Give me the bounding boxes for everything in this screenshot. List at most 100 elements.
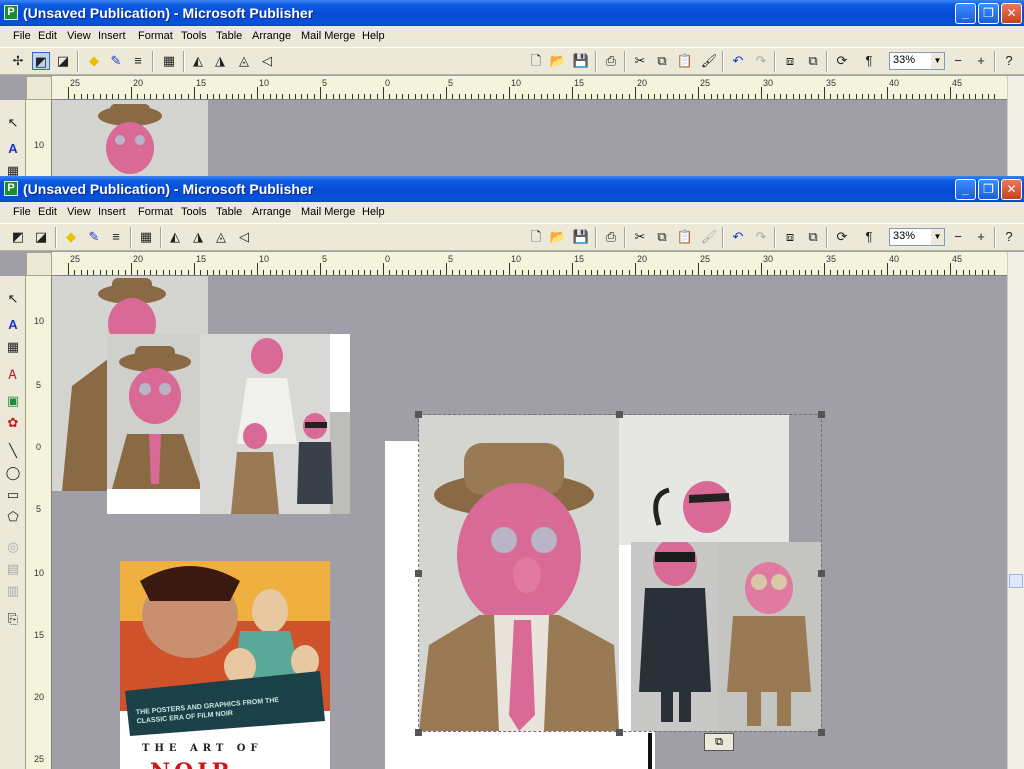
line-style-icon[interactable]: ≡ [129, 52, 147, 70]
menu-arrange[interactable]: Arrange [252, 206, 291, 218]
rotate-left-icon[interactable]: ◭ [189, 52, 207, 70]
refresh-icon[interactable]: ⟳ [833, 228, 851, 246]
clip-art-icon[interactable]: ✿ [4, 414, 22, 432]
minimize-button[interactable]: _ [955, 179, 976, 200]
pilcrow-icon[interactable]: ¶ [860, 228, 878, 246]
undo-icon[interactable]: ↶ [729, 228, 747, 246]
workspace[interactable]: THE POSTERS AND GRAPHICS FROM THE CLASSI… [52, 276, 1007, 769]
pointer-icon[interactable]: ↖ [4, 114, 22, 132]
send-back-icon[interactable]: ◪ [32, 228, 50, 246]
menu-view[interactable]: View [67, 30, 91, 42]
copy-icon[interactable]: ⧉ [653, 52, 671, 70]
rotate-left-icon[interactable]: ◭ [166, 228, 184, 246]
format-painter-icon[interactable]: 🖌 [700, 52, 718, 70]
menu-edit[interactable]: Edit [38, 206, 57, 218]
text-box-icon[interactable]: A [4, 316, 22, 334]
rotate-right-icon[interactable]: ◮ [211, 52, 229, 70]
print-icon[interactable]: ⎙ [602, 228, 620, 246]
autoshapes-icon[interactable]: ⬠ [4, 508, 22, 526]
menu-table[interactable]: Table [216, 206, 242, 218]
publisher-window-front[interactable]: P (Unsaved Publication) - Microsoft Publ… [0, 176, 1024, 769]
photo-detective-back[interactable] [52, 100, 208, 176]
resize-handle-bottom-left[interactable] [415, 729, 422, 736]
paste-icon[interactable]: 📋 [676, 52, 694, 70]
picture-icon[interactable]: ▣ [4, 392, 22, 410]
book-cover-art-of-noir[interactable]: THE POSTERS AND GRAPHICS FROM THE CLASSI… [120, 561, 330, 769]
menu-tools[interactable]: Tools [181, 30, 207, 42]
table-icon[interactable]: ▦ [4, 162, 22, 176]
group-icon[interactable]: ⧈ [781, 52, 799, 70]
hot-spot-icon[interactable]: ◎ [4, 538, 22, 556]
menu-file[interactable]: File [13, 206, 31, 218]
menu-tools[interactable]: Tools [181, 206, 207, 218]
line-color-icon[interactable]: ✎ [85, 228, 103, 246]
zoom-select[interactable]: 33% ▼ [889, 228, 945, 246]
resize-handle-top[interactable] [616, 411, 623, 418]
vertical-ruler[interactable]: 10 5 0 5 10 15 20 25 [26, 276, 52, 769]
redo-icon[interactable]: ↷ [752, 228, 770, 246]
menu-help[interactable]: Help [362, 30, 385, 42]
save-icon[interactable]: 💾 [572, 52, 590, 70]
menu-insert[interactable]: Insert [98, 206, 126, 218]
menu-insert[interactable]: Insert [98, 30, 126, 42]
new-icon[interactable]: 🗋 [527, 228, 545, 246]
cut-icon[interactable]: ✂ [631, 228, 649, 246]
format-painter-icon[interactable]: 🖌 [700, 228, 718, 246]
menu-edit[interactable]: Edit [38, 30, 57, 42]
save-icon[interactable]: 💾 [572, 228, 590, 246]
vertical-ruler[interactable]: 10 [26, 100, 52, 176]
menu-format[interactable]: Format [138, 30, 173, 42]
menu-table[interactable]: Table [216, 30, 242, 42]
zoom-select[interactable]: 33% ▼ [889, 52, 945, 70]
pointer-icon[interactable]: ↖ [4, 290, 22, 308]
menu-mail-merge[interactable]: Mail Merge [301, 206, 355, 218]
design-gallery-icon[interactable]: ⎘ [4, 610, 22, 628]
ruler-corner[interactable] [26, 252, 52, 276]
resize-handle-bottom[interactable] [616, 729, 623, 736]
send-back-icon[interactable]: ◪ [54, 52, 72, 70]
flip-vertical-icon[interactable]: ◁ [258, 52, 276, 70]
undo-icon[interactable]: ↶ [729, 52, 747, 70]
ungroup-objects-button[interactable]: ⧉ [704, 733, 734, 751]
help-icon[interactable]: ? [1000, 228, 1018, 246]
resize-handle-bottom-right[interactable] [818, 729, 825, 736]
flip-horizontal-icon[interactable]: ◬ [212, 228, 230, 246]
wordart-icon[interactable]: Ꭺ [4, 366, 22, 384]
publisher-window-back[interactable]: P (Unsaved Publication) - Microsoft Publ… [0, 0, 1024, 176]
line-icon[interactable]: ╲ [4, 442, 22, 460]
zoom-out-icon[interactable]: − [949, 228, 967, 246]
zoom-in-icon[interactable]: + [972, 52, 990, 70]
copy-icon[interactable]: ⧉ [653, 228, 671, 246]
close-button[interactable]: ✕ [1001, 3, 1022, 24]
vertical-scrollbar[interactable] [1007, 252, 1024, 769]
bring-front-icon[interactable]: ◩ [32, 52, 50, 70]
properties-icon[interactable]: ▦ [137, 228, 155, 246]
paste-icon[interactable]: 📋 [676, 228, 694, 246]
form-control-icon[interactable]: ▤ [4, 560, 22, 578]
ungroup-icon[interactable]: ⧉ [804, 52, 822, 70]
fill-color-icon[interactable]: ◆ [85, 52, 103, 70]
cut-icon[interactable]: ✂ [631, 52, 649, 70]
text-box-icon[interactable]: A [4, 140, 22, 158]
horizontal-ruler[interactable]: 25 20 15 10 5 0 5 10 15 20 25 30 35 40 45 [52, 76, 1007, 100]
menu-arrange[interactable]: Arrange [252, 30, 291, 42]
line-style-icon[interactable]: ≡ [107, 228, 125, 246]
vertical-scrollbar[interactable] [1007, 76, 1024, 176]
close-button[interactable]: ✕ [1001, 179, 1022, 200]
ungroup-icon[interactable]: ⧉ [804, 228, 822, 246]
resize-handle-left[interactable] [415, 570, 422, 577]
flip-horizontal-icon[interactable]: ◬ [235, 52, 253, 70]
group-icon[interactable]: ⧈ [781, 228, 799, 246]
print-icon[interactable]: ⎙ [602, 52, 620, 70]
title-bar[interactable]: P (Unsaved Publication) - Microsoft Publ… [0, 176, 1024, 202]
open-icon[interactable]: 📂 [549, 228, 567, 246]
horizontal-ruler[interactable]: 25 20 15 10 5 0 5 10 15 20 25 30 35 40 45 [52, 252, 1007, 276]
photo-collage-small[interactable] [107, 334, 350, 514]
rotate-right-icon[interactable]: ◮ [189, 228, 207, 246]
ruler-corner[interactable] [26, 76, 52, 100]
resize-handle-top-right[interactable] [818, 411, 825, 418]
move-icon[interactable]: ✢ [9, 52, 27, 70]
minimize-button[interactable]: _ [955, 3, 976, 24]
new-icon[interactable]: 🗋 [527, 52, 545, 70]
restore-button[interactable]: ❐ [978, 3, 999, 24]
